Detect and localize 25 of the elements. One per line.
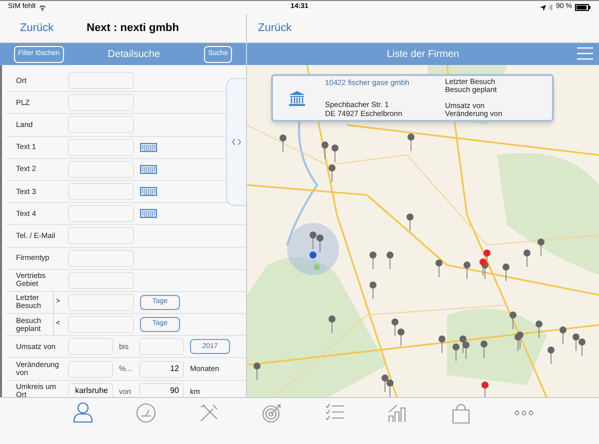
- back-link[interactable]: Zurück: [20, 20, 54, 36]
- keyboard-icon[interactable]: [140, 142, 157, 152]
- chevrons-icon: [232, 139, 241, 145]
- keyboard-icon[interactable]: [140, 209, 157, 218]
- input-field[interactable]: 90: [139, 382, 184, 397]
- bluetooth-icon: [549, 4, 554, 11]
- header-title: Liste der Firmen: [386, 48, 460, 62]
- bank-icon: [289, 90, 305, 106]
- nav-title: Next : nexti gmbh: [86, 20, 179, 36]
- bag-icon[interactable]: [450, 402, 472, 424]
- keyboard-icon[interactable]: [140, 187, 157, 196]
- person-icon[interactable]: [72, 402, 94, 424]
- header-title: Detailsuche: [108, 48, 160, 62]
- tools-icon[interactable]: [198, 402, 220, 424]
- target-icon[interactable]: [261, 402, 283, 424]
- battery-icon: [575, 4, 591, 11]
- back-link[interactable]: Zurück: [258, 20, 292, 36]
- location-icon: [540, 4, 546, 10]
- keyboard-icon[interactable]: [140, 164, 157, 174]
- menu-icon[interactable]: [577, 47, 593, 60]
- gauge-icon[interactable]: [135, 402, 157, 424]
- input-field[interactable]: karlsruhe: [68, 382, 113, 397]
- panel-handle[interactable]: [226, 78, 246, 206]
- input-field[interactable]: 12: [139, 360, 184, 378]
- wifi-icon: [38, 4, 46, 10]
